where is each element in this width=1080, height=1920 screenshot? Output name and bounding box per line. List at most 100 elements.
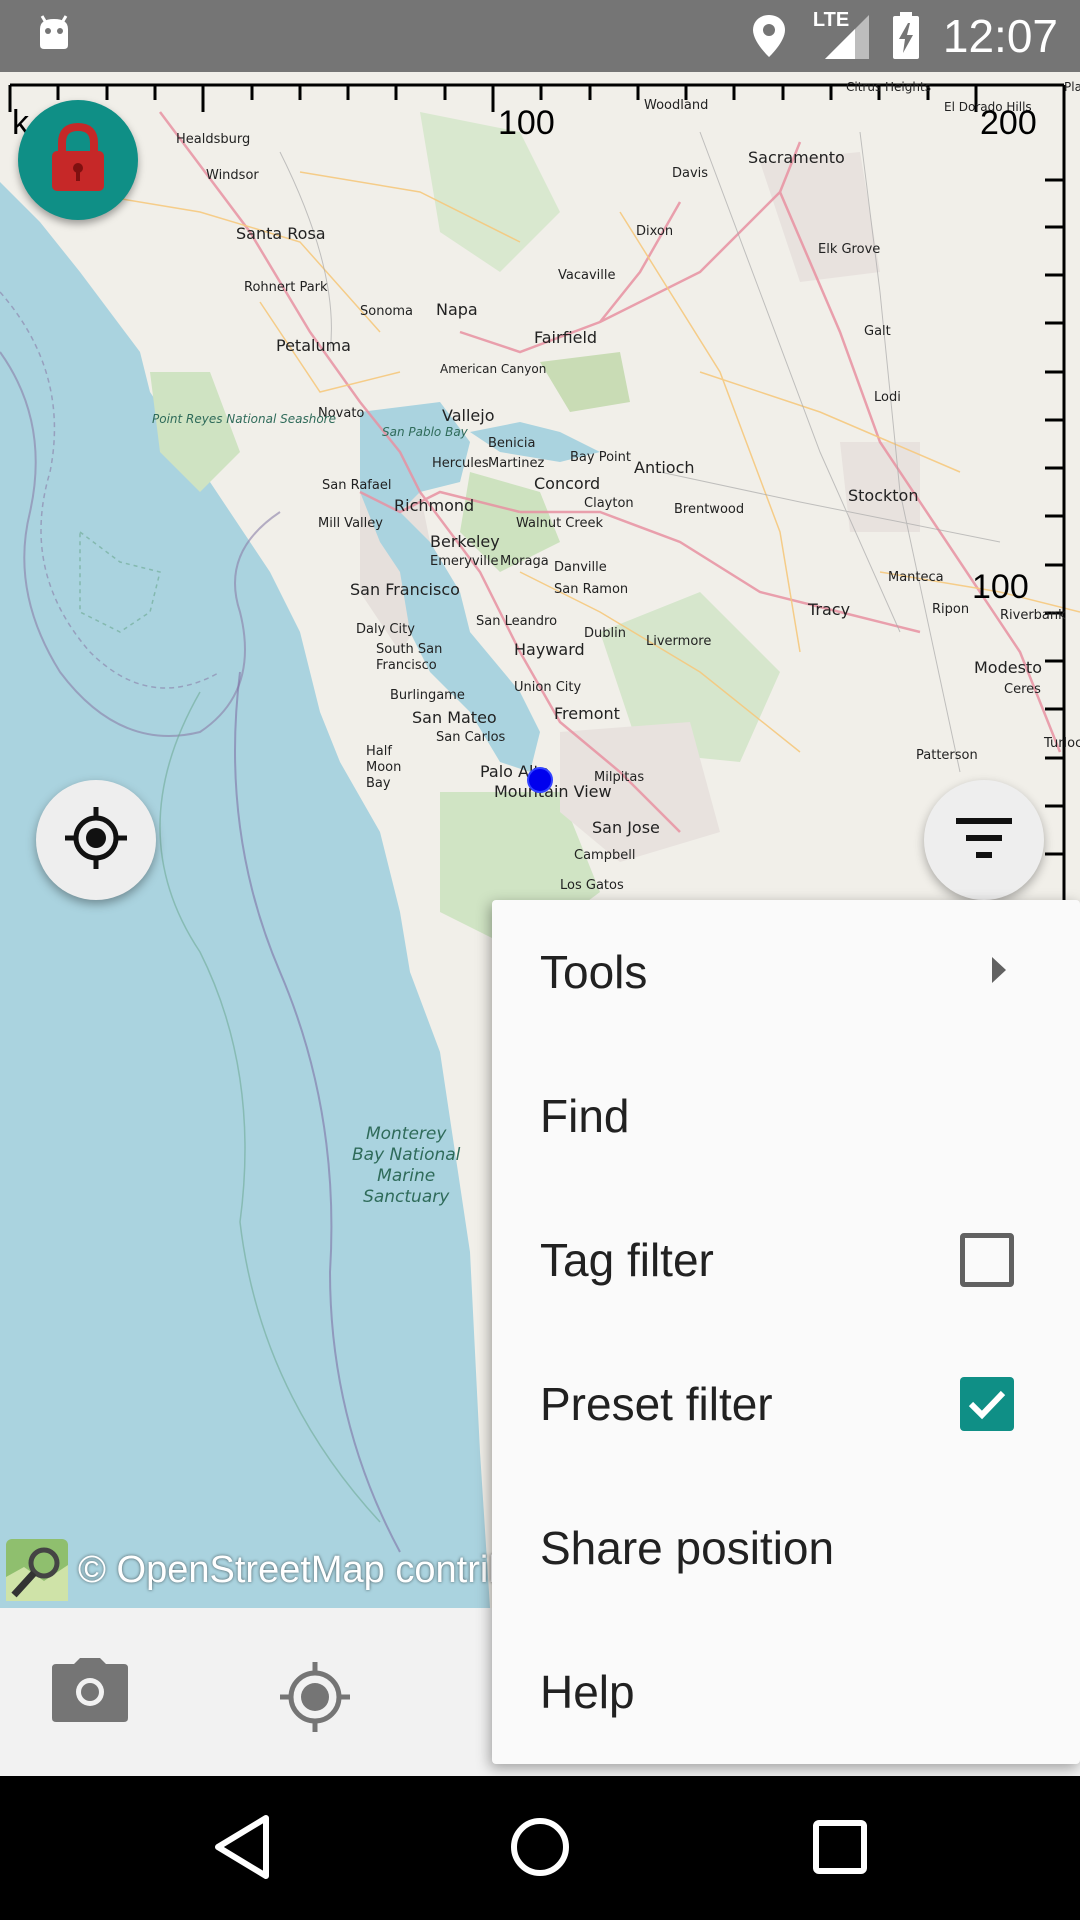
place-label: Patterson <box>916 748 978 763</box>
signal-icon: LTE <box>811 9 871 61</box>
place-label: Lodi <box>874 390 901 405</box>
place-label: Emeryville <box>430 554 499 569</box>
sanctuary-label-line: Marine <box>377 1166 436 1186</box>
battery-charging-icon <box>891 11 921 61</box>
place-label: Dixon <box>636 224 674 239</box>
place-label: San Carlos <box>436 730 506 745</box>
clock: 12:07 <box>942 10 1058 62</box>
place-label: Antioch <box>634 458 695 477</box>
place-label: Point Reyes National Seashore <box>152 412 336 426</box>
place-label: Tracy <box>808 600 851 619</box>
place-label: Half Moon Bay <box>366 744 402 791</box>
place-label: Riverbank <box>1000 608 1066 623</box>
place-label: Napa <box>436 300 478 319</box>
menu-item-tag-filter[interactable]: Tag filter <box>492 1188 1080 1332</box>
place-label: Concord <box>534 474 601 493</box>
sanctuary-label: Monterey Bay National Marine Sanctuary <box>352 1124 460 1208</box>
place-label: Modesto <box>974 658 1042 677</box>
sanctuary-label-line: Sanctuary <box>363 1187 450 1207</box>
back-button[interactable] <box>212 1812 272 1886</box>
place-label: Bay Point <box>570 450 631 465</box>
locate-button[interactable] <box>36 780 156 900</box>
navigation-bar <box>0 1776 1080 1920</box>
place-label: Brentwood <box>674 502 745 517</box>
place-label: Fairfield <box>534 328 598 347</box>
android-icon <box>36 15 72 51</box>
menu-item-label: Help <box>540 1666 635 1718</box>
place-label: Davis <box>672 166 709 181</box>
filter-icon <box>954 816 1014 864</box>
home-button[interactable] <box>508 1812 572 1886</box>
checkbox-checked-icon <box>960 1377 1014 1431</box>
place-label: Placerville <box>1064 80 1080 94</box>
place-label: Rohnert Park <box>244 280 328 295</box>
place-label: Moraga <box>500 554 549 569</box>
place-label: Union City <box>514 680 582 695</box>
scale-label-200: 200 <box>980 104 1037 142</box>
place-label: Sacramento <box>748 148 845 167</box>
menu-item-tools[interactable]: Tools <box>492 900 1080 1044</box>
place-label: San Rafael <box>322 478 392 493</box>
place-label: Livermore <box>646 634 712 649</box>
place-label: Benicia <box>488 436 536 451</box>
place-label: Mill Valley <box>318 516 383 531</box>
place-label: Turlock <box>1044 736 1080 751</box>
gps-icon[interactable] <box>278 1660 352 1738</box>
location-pin-icon <box>749 13 789 59</box>
preset-filter-checkbox[interactable] <box>960 1377 1014 1431</box>
camera-icon[interactable] <box>50 1658 130 1728</box>
place-label: Galt <box>864 324 891 339</box>
place-label: Richmond <box>394 496 475 515</box>
place-label: Fremont <box>554 704 620 723</box>
overflow-menu: Tools Find Tag filter Preset filter Shar… <box>492 900 1080 1764</box>
osm-logo-icon <box>4 1537 70 1603</box>
menu-item-share-position[interactable]: Share position <box>492 1476 1080 1620</box>
place-label: Hayward <box>514 640 585 659</box>
place-label: Windsor <box>206 168 259 183</box>
scale-label-100: 100 <box>498 104 555 142</box>
my-location-icon <box>61 803 131 877</box>
menu-item-label: Tools <box>540 946 648 998</box>
lock-button[interactable] <box>18 100 138 220</box>
place-label: Sonoma <box>360 304 414 319</box>
submenu-arrow-icon <box>990 955 1008 989</box>
place-label: Berkeley <box>430 532 500 551</box>
place-label: Petaluma <box>276 336 351 355</box>
place-label: Clayton <box>584 496 634 511</box>
place-label: South San Francisco <box>376 642 443 673</box>
place-label: Woodland <box>644 98 709 113</box>
menu-item-help[interactable]: Help <box>492 1620 1080 1764</box>
place-label: Campbell <box>574 848 636 863</box>
back-icon <box>215 1815 269 1879</box>
place-label: Stockton <box>848 486 919 505</box>
place-label: San Mateo <box>412 708 497 727</box>
place-label: Elk Grove <box>818 242 881 257</box>
sanctuary-label-line: Monterey <box>365 1124 447 1144</box>
status-bar: LTE 12:07 <box>0 0 1080 72</box>
status-icons: LTE 12:07 <box>749 0 1058 72</box>
checkbox-unchecked-icon <box>960 1233 1014 1287</box>
place-label: Vacaville <box>558 268 616 283</box>
sanctuary-label-line: Bay National <box>352 1145 461 1165</box>
place-label: Healdsburg <box>176 132 251 147</box>
place-label: Los Gatos <box>560 878 624 893</box>
place-label: Citrus Heights <box>846 80 931 94</box>
menu-item-label: Tag filter <box>540 1234 714 1286</box>
place-label: San Pablo Bay <box>382 425 468 439</box>
place-label: San Ramon <box>554 582 629 597</box>
menu-item-preset-filter[interactable]: Preset filter <box>492 1332 1080 1476</box>
recents-button[interactable] <box>810 1812 870 1886</box>
network-type-label: LTE <box>812 9 850 31</box>
current-position-marker <box>527 767 553 793</box>
tag-filter-checkbox[interactable] <box>960 1233 1014 1287</box>
place-label: Mountain View <box>494 782 612 801</box>
menu-item-find[interactable]: Find <box>492 1044 1080 1188</box>
place-label: Ripon <box>932 602 970 617</box>
place-label: San Francisco <box>350 580 460 599</box>
place-label: Santa Rosa <box>236 224 326 243</box>
place-label: Dublin <box>584 626 626 641</box>
place-label: San Jose <box>592 818 660 837</box>
filter-button[interactable] <box>924 780 1044 900</box>
menu-item-label: Find <box>540 1090 630 1142</box>
menu-item-label: Share position <box>540 1522 835 1574</box>
